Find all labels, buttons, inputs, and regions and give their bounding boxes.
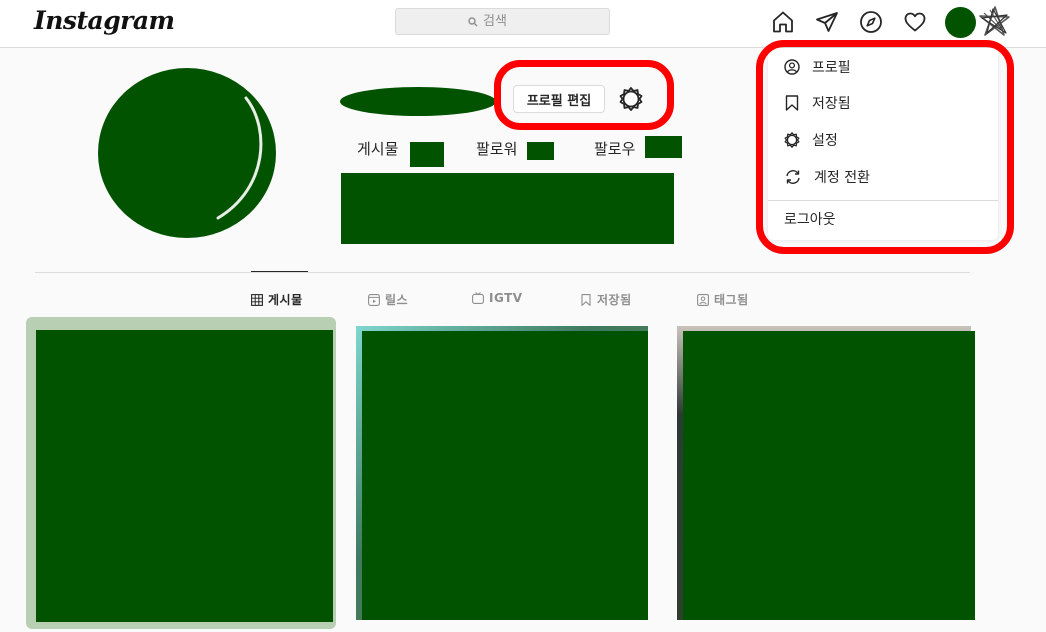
post-image-redacted <box>362 331 648 620</box>
home-icon <box>773 11 793 33</box>
search-input[interactable] <box>483 14 537 29</box>
post-image-redacted <box>36 330 333 622</box>
heart-icon <box>904 12 926 32</box>
username-redacted <box>340 87 496 116</box>
profile-picture-highlight <box>216 96 263 220</box>
posts-count-redacted <box>410 142 444 167</box>
grid-icon <box>251 293 263 306</box>
profile-avatar-button[interactable] <box>945 7 976 38</box>
highlight-annotation-edit-profile <box>494 60 674 130</box>
post-thumbnail-1[interactable] <box>26 317 336 629</box>
direct-messages-button[interactable] <box>813 8 841 36</box>
post-thumbnail-2[interactable] <box>356 326 648 620</box>
following-count-label[interactable]: 팔로우 <box>594 138 635 159</box>
search-box[interactable] <box>395 8 610 35</box>
followers-count-label[interactable]: 팔로워 <box>476 138 517 159</box>
tagged-icon <box>697 293 709 306</box>
tabs-divider <box>35 272 970 273</box>
reels-icon <box>368 293 380 306</box>
igtv-icon <box>472 292 484 304</box>
scribble-doodle-icon <box>979 6 1010 36</box>
tab-igtv[interactable]: IGTV <box>472 291 523 305</box>
tab-reels[interactable]: 릴스 <box>368 291 408 308</box>
home-button[interactable] <box>769 8 797 36</box>
bio-redacted <box>341 173 674 244</box>
activity-button[interactable] <box>901 8 929 36</box>
paper-plane-icon <box>816 12 838 32</box>
compass-icon <box>860 11 882 33</box>
tab-tagged[interactable]: 태그됨 <box>697 291 749 308</box>
explore-button[interactable] <box>857 8 885 36</box>
search-icon <box>468 16 478 26</box>
post-image-redacted <box>683 331 975 620</box>
active-tab-indicator <box>251 271 308 272</box>
instagram-logo[interactable]: Instagram <box>34 6 175 35</box>
tab-saved[interactable]: 저장됨 <box>580 291 632 308</box>
post-thumbnail-3[interactable] <box>677 326 975 620</box>
following-count-redacted <box>645 136 682 158</box>
tab-posts[interactable]: 게시물 <box>251 291 303 308</box>
bookmark-icon <box>581 293 591 306</box>
followers-count-redacted <box>527 142 554 160</box>
posts-count-label[interactable]: 게시물 <box>357 138 398 159</box>
highlight-annotation-dropdown <box>756 40 1014 254</box>
